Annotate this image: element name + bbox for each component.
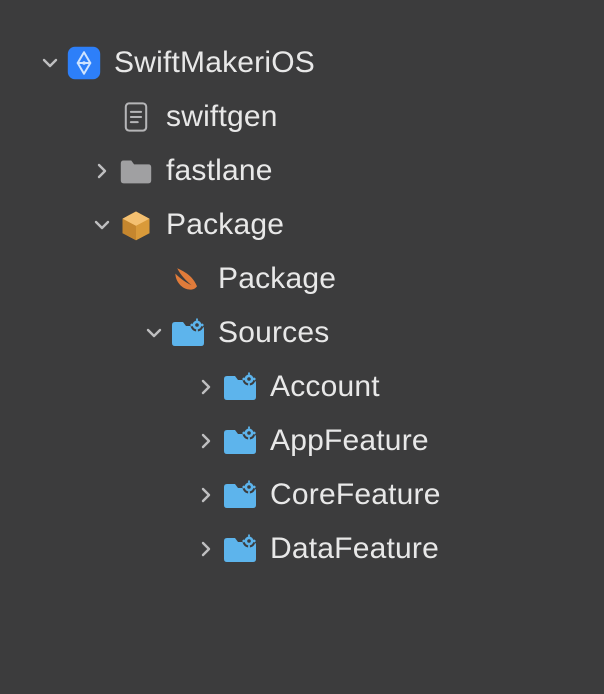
tree-row-module-folder[interactable]: CoreFeature xyxy=(12,468,604,522)
chevron-right-icon[interactable] xyxy=(192,487,220,503)
tree-row-module-folder[interactable]: AppFeature xyxy=(12,414,604,468)
tree-label: AppFeature xyxy=(270,414,429,468)
tree-label: CoreFeature xyxy=(270,468,441,522)
chevron-down-icon[interactable] xyxy=(140,325,168,341)
tree-label: Sources xyxy=(218,306,329,360)
folder-gear-icon xyxy=(220,367,260,407)
tree-row-package[interactable]: Package xyxy=(12,198,604,252)
tree-row-file[interactable]: swiftgen xyxy=(12,90,604,144)
folder-gear-icon xyxy=(220,475,260,515)
chevron-right-icon[interactable] xyxy=(88,163,116,179)
package-icon xyxy=(116,205,156,245)
chevron-right-icon[interactable] xyxy=(192,433,220,449)
tree-row-module-folder[interactable]: DataFeature xyxy=(12,522,604,576)
tree-label: Package xyxy=(166,198,284,252)
tree-label: DataFeature xyxy=(270,522,439,576)
tree-label: Account xyxy=(270,360,380,414)
tree-label: SwiftMakeriOS xyxy=(114,36,315,90)
chevron-down-icon[interactable] xyxy=(88,217,116,233)
folder-gear-icon xyxy=(168,313,208,353)
tree-label: fastlane xyxy=(166,144,273,198)
project-navigator-tree: SwiftMakeriOS swiftgen fastlane Package … xyxy=(0,0,604,576)
folder-gear-icon xyxy=(220,421,260,461)
tree-row-folder[interactable]: fastlane xyxy=(12,144,604,198)
tree-label: Package xyxy=(218,252,336,306)
tree-label: swiftgen xyxy=(166,90,278,144)
tree-row-module-folder[interactable]: Account xyxy=(12,360,604,414)
tree-row-swift-file[interactable]: Package xyxy=(12,252,604,306)
app-project-icon xyxy=(64,43,104,83)
folder-gear-icon xyxy=(220,529,260,569)
chevron-right-icon[interactable] xyxy=(192,541,220,557)
swift-icon xyxy=(168,259,208,299)
chevron-down-icon[interactable] xyxy=(36,55,64,71)
file-icon xyxy=(116,97,156,137)
tree-row-project[interactable]: SwiftMakeriOS xyxy=(12,36,604,90)
folder-icon xyxy=(116,151,156,191)
tree-row-sources-folder[interactable]: Sources xyxy=(12,306,604,360)
chevron-right-icon[interactable] xyxy=(192,379,220,395)
